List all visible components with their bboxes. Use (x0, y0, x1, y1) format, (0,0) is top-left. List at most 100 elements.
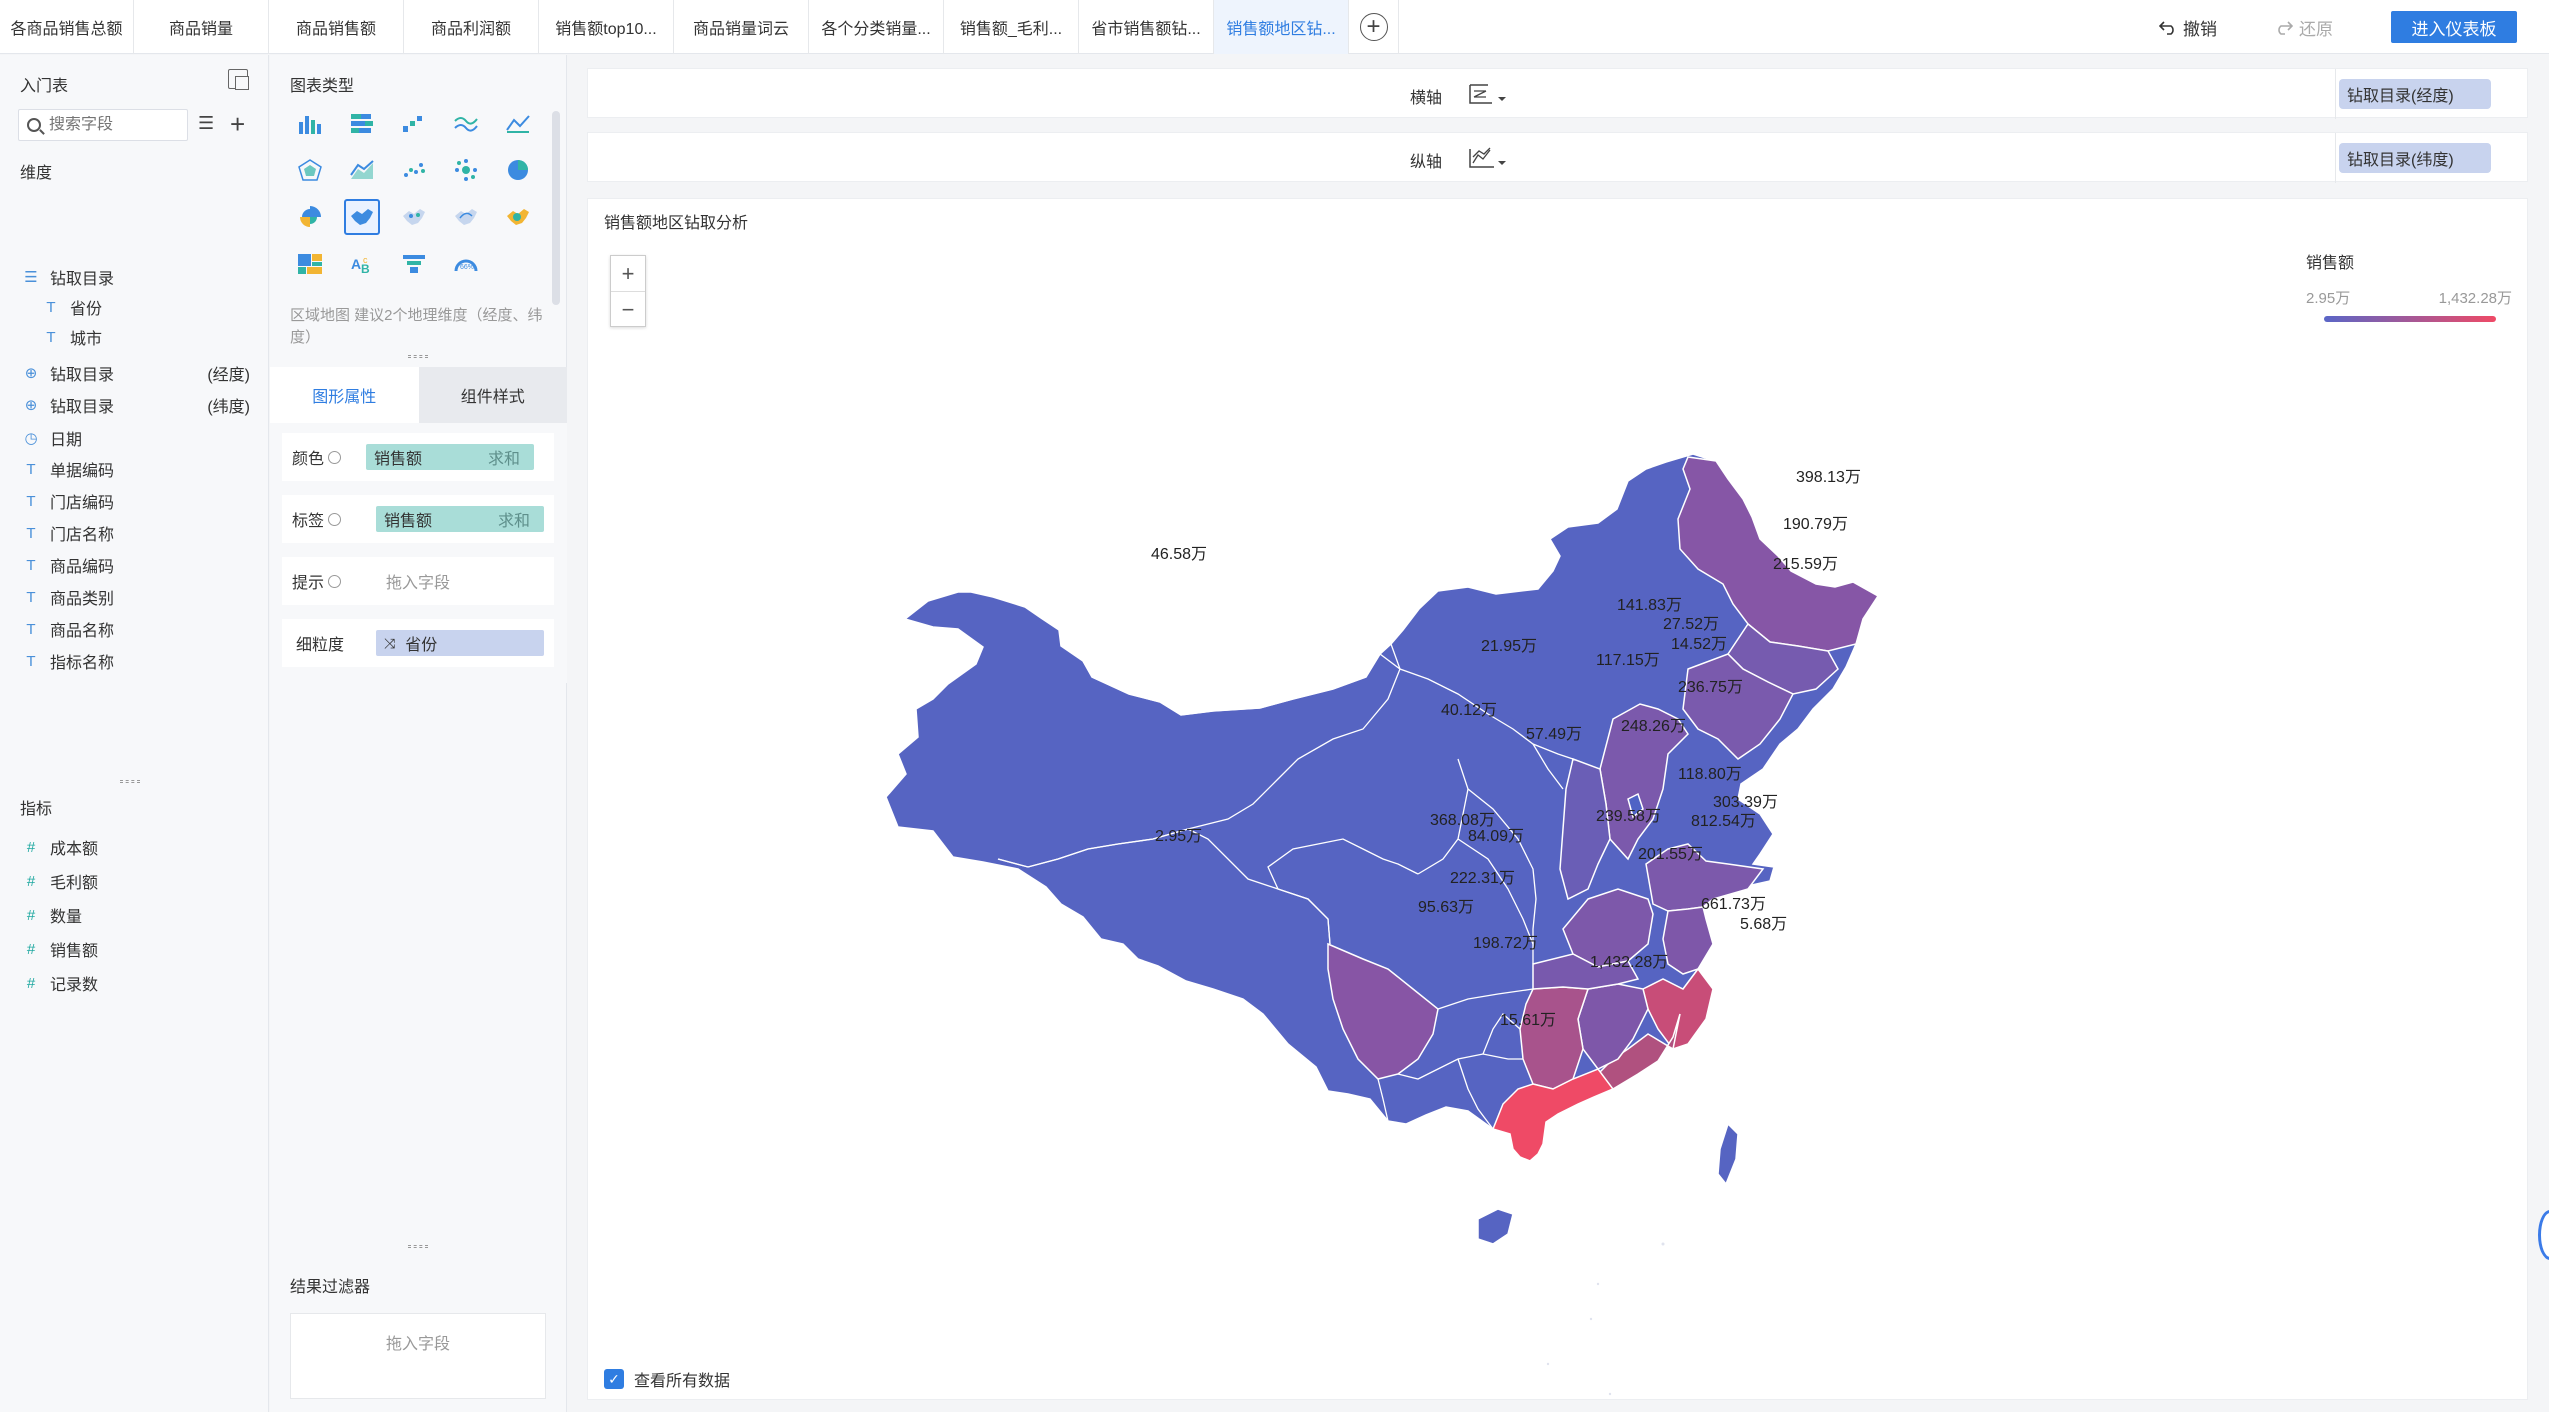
result-filter-title: 结果过滤器 (290, 1279, 371, 1296)
combo-chart-icon[interactable] (500, 105, 536, 141)
dimension-field-item[interactable]: ⊕ 钻取目录 (纬度) (20, 393, 250, 417)
floating-assistant-icon[interactable] (2538, 1210, 2549, 1260)
granularity-row[interactable]: 细粒度 ⤨ 省份 (282, 619, 554, 667)
y-axis-field-pill[interactable]: 钻取目录(纬度) (2339, 143, 2491, 173)
area-chart-icon[interactable] (344, 152, 380, 188)
chart-type-description: 区域地图 建议2个地理维度（经度、纬度） (290, 307, 543, 346)
china-region-map[interactable]: 46.58万 398.13万 190.79万 215.59万 141.83万 27.52万… (588, 199, 2529, 1401)
x-axis-type-icon[interactable] (1468, 81, 1508, 113)
line-chart-icon[interactable] (448, 105, 484, 141)
field-label: 钻取目录 (50, 367, 115, 384)
measure-field-item[interactable]: # 销售额 (20, 937, 250, 961)
dimension-field-item[interactable]: T 单据编码 (20, 457, 250, 481)
view-all-data-toggle[interactable]: ✓ 查看所有数据 (604, 1367, 730, 1391)
dimension-field-item[interactable]: T 指标名称 (20, 649, 250, 673)
pie-chart-icon[interactable] (500, 152, 536, 188)
treemap-icon[interactable] (292, 246, 328, 282)
panel-resize-handle[interactable] (120, 780, 140, 783)
add-field-icon[interactable]: + (230, 109, 245, 140)
enter-dashboard-button[interactable]: 进入仪表板 (2391, 11, 2517, 43)
granularity-field-pill[interactable]: ⤨ 省份 (376, 630, 544, 656)
filter-placeholder: 拖入字段 (385, 1336, 450, 1353)
tab-graph-properties[interactable]: 图形属性 (270, 367, 419, 423)
region-value-label: 236.75万 (1678, 679, 1743, 696)
dimension-field-item[interactable]: ☰ 钻取目录 (20, 265, 250, 289)
switch-table-icon[interactable] (228, 69, 249, 90)
tab-item-active[interactable]: 销售额地区钻... (1214, 0, 1349, 54)
flow-map-icon[interactable] (448, 199, 484, 235)
zoom-out-button[interactable]: − (611, 292, 645, 328)
checkbox-checked-icon[interactable]: ✓ (604, 1369, 624, 1389)
tab-item[interactable]: 商品销售额 (269, 0, 404, 54)
tab-item[interactable]: 省市销售额钻... (1079, 0, 1214, 54)
tab-item[interactable]: 商品销量 (134, 0, 269, 54)
chart-type-resize-handle[interactable] (408, 355, 428, 358)
tab-item[interactable]: 销售额_毛利... (944, 0, 1079, 54)
radar-chart-icon[interactable] (292, 152, 328, 188)
chart-type-scrollbar[interactable] (552, 111, 560, 305)
legend-range: 2.95万 1,432.28万 (2306, 287, 2512, 308)
measure-field-item[interactable]: # 数量 (20, 903, 250, 927)
field-search-box[interactable] (18, 109, 188, 141)
add-tab-button[interactable]: + (1349, 0, 1399, 54)
filter-resize-handle[interactable] (408, 1245, 428, 1248)
tab-component-style[interactable]: 组件样式 (418, 367, 567, 423)
tab-item[interactable]: 商品利润额 (404, 0, 539, 54)
label-field-pill[interactable]: 销售额 求和 (376, 506, 544, 532)
heat-map-icon[interactable] (500, 199, 536, 235)
tooltip-drop-zone[interactable]: 拖入字段 (386, 569, 450, 593)
text-icon: T (46, 328, 56, 346)
measure-field-item[interactable]: # 毛利额 (20, 869, 250, 893)
waterfall-chart-icon[interactable] (396, 105, 432, 141)
color-row[interactable]: 颜色 销售额 求和 (282, 433, 554, 481)
tooltip-row[interactable]: 提示 拖入字段 (282, 557, 554, 605)
search-input[interactable] (49, 116, 169, 134)
tab-item[interactable]: 各个分类销量... (809, 0, 944, 54)
tab-item[interactable]: 各商品销售总额 (0, 0, 134, 54)
dimension-field-item[interactable]: T 商品类别 (20, 585, 250, 609)
scatter-chart-icon[interactable] (396, 152, 432, 188)
region-map-icon[interactable] (344, 199, 380, 235)
legend-gradient-bar[interactable] (2324, 316, 2496, 322)
sort-filter-icon[interactable]: ☰ (198, 113, 214, 134)
dot-matrix-icon[interactable] (448, 152, 484, 188)
word-cloud-icon[interactable]: ABc (344, 246, 380, 282)
measure-field-item[interactable]: # 成本额 (20, 835, 250, 859)
dimension-field-item[interactable]: ⊕ 钻取目录 (经度) (20, 361, 250, 385)
field-label: 商品编码 (50, 559, 115, 576)
y-axis-type-icon[interactable] (1468, 145, 1508, 177)
dimension-field-item[interactable]: T 省份 (40, 295, 270, 319)
gear-icon[interactable] (328, 450, 342, 464)
stacked-bar-icon[interactable] (344, 105, 380, 141)
gear-icon[interactable] (328, 512, 342, 526)
result-filter-drop-zone[interactable]: 拖入字段 (290, 1313, 546, 1399)
zoom-in-button[interactable]: + (611, 256, 645, 292)
color-field-aggregation: 求和 (487, 451, 520, 468)
y-axis-field-name: 钻取目录(纬度) (2347, 152, 2454, 169)
tab-item[interactable]: 销售额top10... (539, 0, 674, 54)
label-row[interactable]: 标签 销售额 求和 (282, 495, 554, 543)
tab-label: 商品销量 (168, 21, 233, 38)
dimension-field-item[interactable]: T 门店名称 (20, 521, 250, 545)
dimension-field-item[interactable]: T 商品编码 (20, 553, 250, 577)
rose-chart-icon[interactable] (292, 199, 328, 235)
measure-field-item[interactable]: # 记录数 (20, 971, 250, 995)
dimension-field-item[interactable]: T 商品名称 (20, 617, 250, 641)
redo-button[interactable]: 还原 (2275, 15, 2333, 40)
tab-item[interactable]: 商品销量词云 (674, 0, 809, 54)
dimension-field-item[interactable]: ◷ 日期 (20, 426, 250, 450)
label-field-aggregation: 求和 (497, 513, 530, 530)
gear-icon[interactable] (328, 574, 342, 588)
x-axis-field-pill[interactable]: 钻取目录(经度) (2339, 79, 2491, 109)
funnel-chart-icon[interactable] (396, 246, 432, 282)
dimension-field-item[interactable]: T 城市 (40, 325, 270, 349)
text-icon: T (26, 588, 36, 606)
x-axis-field-name: 钻取目录(经度) (2347, 88, 2454, 105)
color-field-pill[interactable]: 销售额 求和 (366, 444, 534, 470)
legend-max: 1,432.28万 (2438, 290, 2512, 307)
bar-chart-icon[interactable] (292, 105, 328, 141)
dimension-field-item[interactable]: T 门店编码 (20, 489, 250, 513)
undo-button[interactable]: 撤销 (2159, 15, 2217, 40)
gauge-chart-icon[interactable]: 66% (448, 246, 484, 282)
point-map-icon[interactable] (396, 199, 432, 235)
